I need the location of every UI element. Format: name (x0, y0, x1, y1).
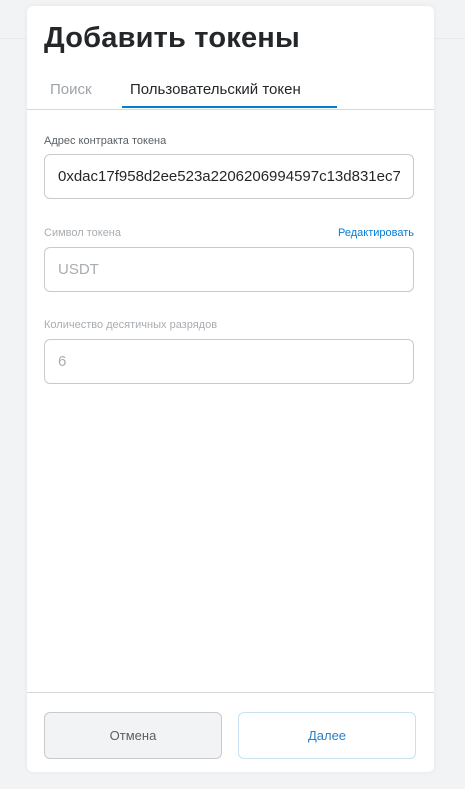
symbol-field (44, 247, 414, 292)
address-field (44, 154, 414, 199)
tab-custom-token-label: Пользовательский токен (130, 81, 301, 98)
next-button[interactable]: Далее (238, 712, 416, 759)
address-label: Адрес контракта токена (44, 135, 167, 147)
tab-bar: Поиск Пользовательский токен (27, 76, 434, 110)
add-token-card: Добавить токены Поиск Пользовательский т… (27, 6, 434, 772)
symbol-input[interactable] (45, 248, 413, 291)
decimals-label: Количество десятичных разрядов (44, 319, 218, 331)
symbol-label: Символ токена (44, 227, 121, 239)
address-input[interactable] (45, 155, 413, 198)
decimals-field (44, 339, 414, 384)
cancel-button[interactable]: Отмена (44, 712, 222, 759)
page-title: Добавить токены (44, 22, 300, 54)
tab-custom-token[interactable]: Пользовательский токен (122, 81, 337, 108)
decimals-input[interactable] (45, 340, 413, 383)
footer-actions: Отмена Далее (27, 692, 434, 773)
tab-search[interactable]: Поиск (50, 81, 92, 98)
active-tab-indicator (122, 106, 337, 108)
edit-symbol-link[interactable]: Редактировать (338, 227, 414, 239)
